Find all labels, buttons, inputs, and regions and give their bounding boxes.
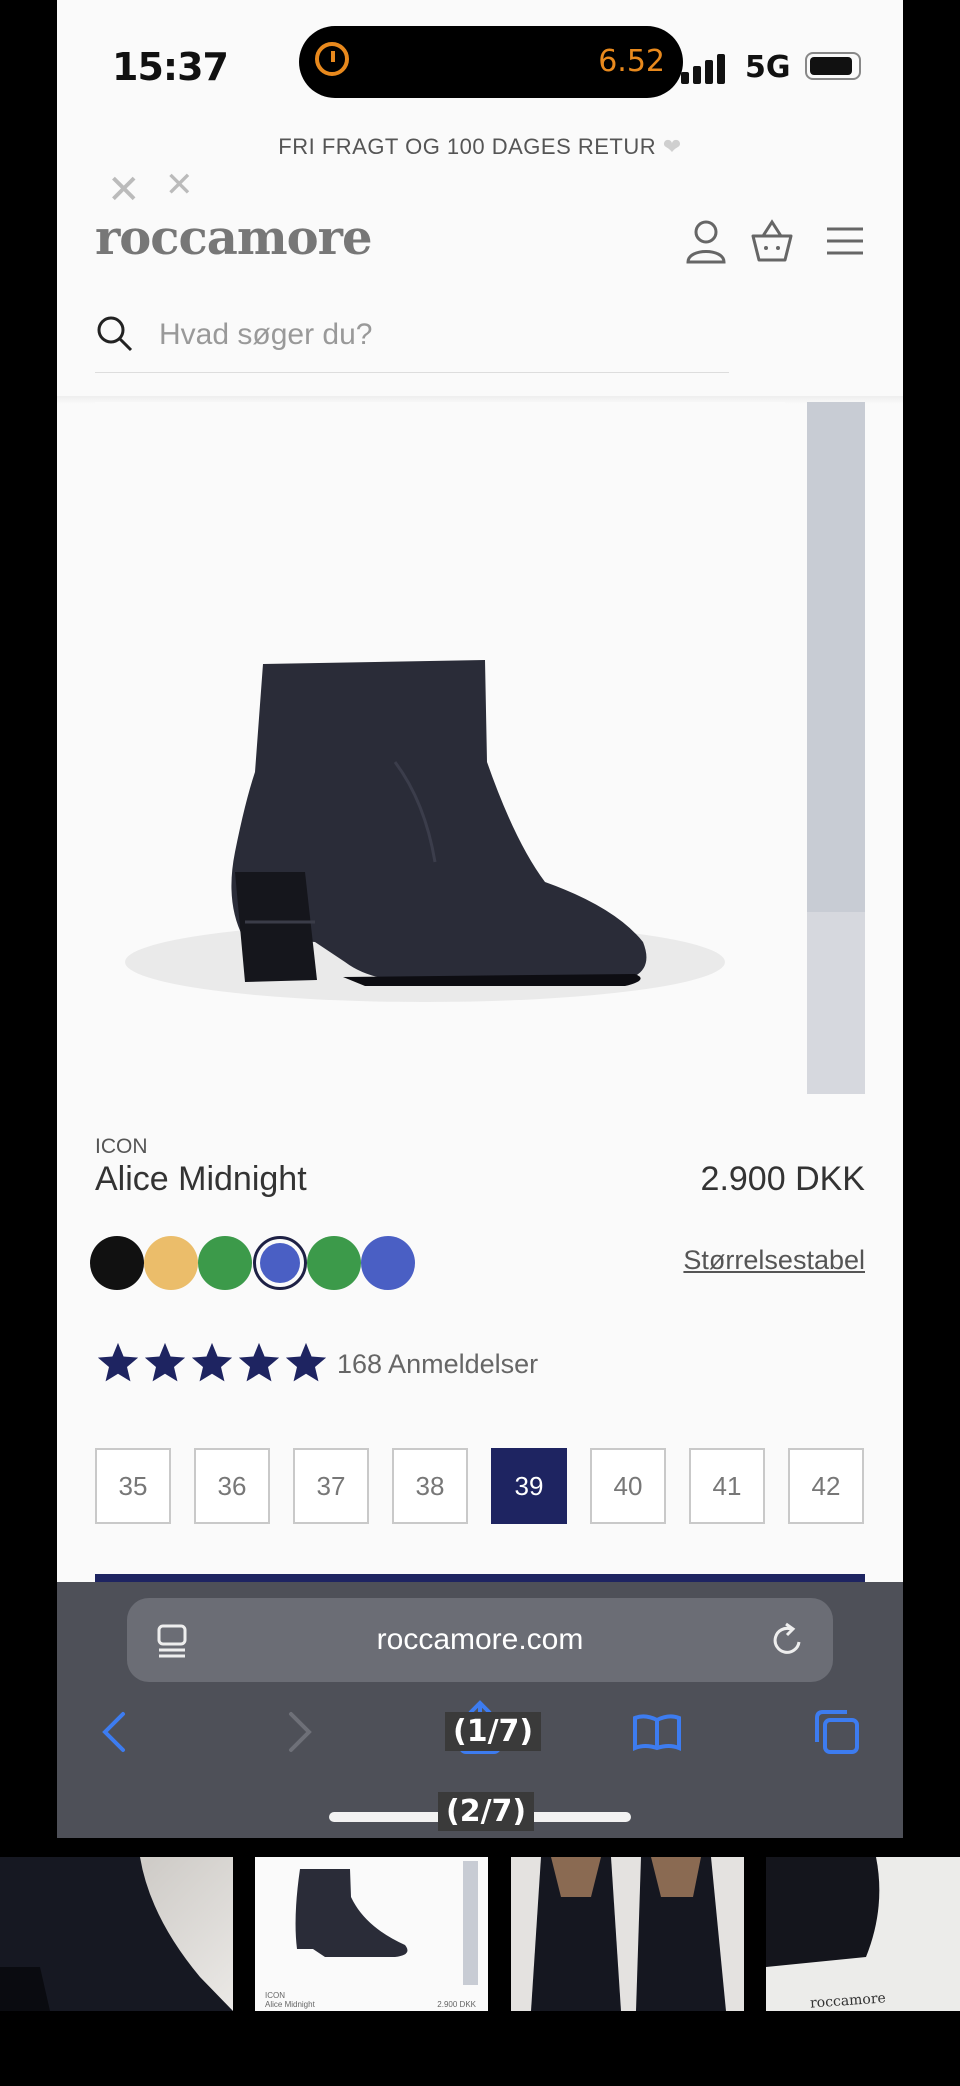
bookmarks-icon[interactable] [631, 1712, 683, 1752]
island-value: 6.52 [598, 44, 665, 79]
back-icon[interactable] [101, 1710, 127, 1754]
size-option[interactable]: 38 [392, 1448, 468, 1524]
thumbnail-4-image [766, 1857, 880, 1967]
size-option[interactable]: 39 [491, 1448, 567, 1524]
size-option[interactable]: 36 [194, 1448, 270, 1524]
thumbnail-name: Alice Midnight [265, 2000, 315, 2009]
search-bar[interactable] [95, 300, 729, 373]
frame-label-top: (1/7) [445, 1712, 542, 1751]
size-option[interactable]: 35 [95, 1448, 171, 1524]
next-product-image[interactable] [807, 402, 865, 1094]
search-input[interactable] [157, 312, 721, 358]
color-swatch[interactable] [307, 1236, 361, 1290]
color-swatch[interactable] [198, 1236, 252, 1290]
color-swatch[interactable] [253, 1236, 307, 1290]
status-time: 15:37 [112, 45, 229, 89]
basket-icon[interactable] [749, 218, 795, 264]
timer-icon [315, 42, 349, 76]
battery-icon [805, 52, 861, 80]
address-bar[interactable]: roccamore.com [127, 1598, 833, 1682]
menu-icon[interactable] [827, 226, 863, 256]
product-brand: ICON [95, 1135, 148, 1158]
search-icon [97, 316, 133, 352]
size-option[interactable]: 37 [293, 1448, 369, 1524]
product-name: Alice Midnight [95, 1160, 307, 1198]
account-icon[interactable] [685, 218, 727, 266]
size-option[interactable]: 40 [590, 1448, 666, 1524]
forward-icon[interactable] [287, 1710, 313, 1754]
thumbnail-2[interactable]: ICON Alice Midnight 2.900 DKK [255, 1857, 488, 2011]
color-swatch[interactable] [90, 1236, 144, 1290]
star-icon [285, 1342, 327, 1382]
promo-banner: FRI FRAGT OG 100 DAGES RETUR ❤ [57, 134, 903, 160]
status-bar: 15:37 6.52 5G [57, 0, 903, 120]
size-option[interactable]: 41 [689, 1448, 765, 1524]
size-guide-link[interactable]: Størrelsestabel [683, 1245, 865, 1276]
frame-label-bottom: (2/7) [438, 1792, 535, 1831]
size-option[interactable]: 42 [788, 1448, 864, 1524]
star-icon [191, 1342, 233, 1382]
tabs-icon[interactable] [813, 1708, 861, 1756]
url-text: roccamore.com [376, 1623, 584, 1656]
close-icon[interactable]: ✕ [165, 168, 194, 202]
product-image[interactable] [95, 402, 785, 1092]
color-swatch[interactable] [144, 1236, 198, 1290]
heart-icon: ❤ [662, 134, 682, 159]
thumbnail-brand: ICON [265, 1991, 285, 2000]
close-icon[interactable]: ✕ [107, 170, 141, 210]
thumbnail-2-image [295, 1861, 478, 1985]
dynamic-island: 6.52 [299, 26, 683, 98]
thumbnail-price: 2.900 DKK [437, 2000, 476, 2009]
review-count[interactable]: 168 Anmeldelser [337, 1349, 538, 1380]
thumbnail-1[interactable] [0, 1857, 233, 2011]
thumbnail-3[interactable] [511, 1857, 744, 2011]
phone-screen: 15:37 6.52 5G FRI FRAGT OG 100 DAGES RET… [57, 0, 903, 1838]
thumbnail-1-image [0, 1857, 233, 2011]
thumbnail-3-image [531, 1857, 726, 2011]
color-swatch[interactable] [361, 1236, 415, 1290]
star-icon [144, 1342, 186, 1382]
promo-text: FRI FRAGT OG 100 DAGES RETUR [278, 134, 657, 159]
reload-icon[interactable] [771, 1622, 805, 1658]
signal-icon [681, 50, 731, 84]
thumbnail-4[interactable]: roccamore [766, 1857, 960, 2011]
product-price: 2.900 DKK [700, 1160, 865, 1198]
site-logo[interactable]: roccamore [95, 210, 372, 266]
network-label: 5G [745, 50, 791, 85]
star-icon [97, 1342, 139, 1382]
star-icon [238, 1342, 280, 1382]
